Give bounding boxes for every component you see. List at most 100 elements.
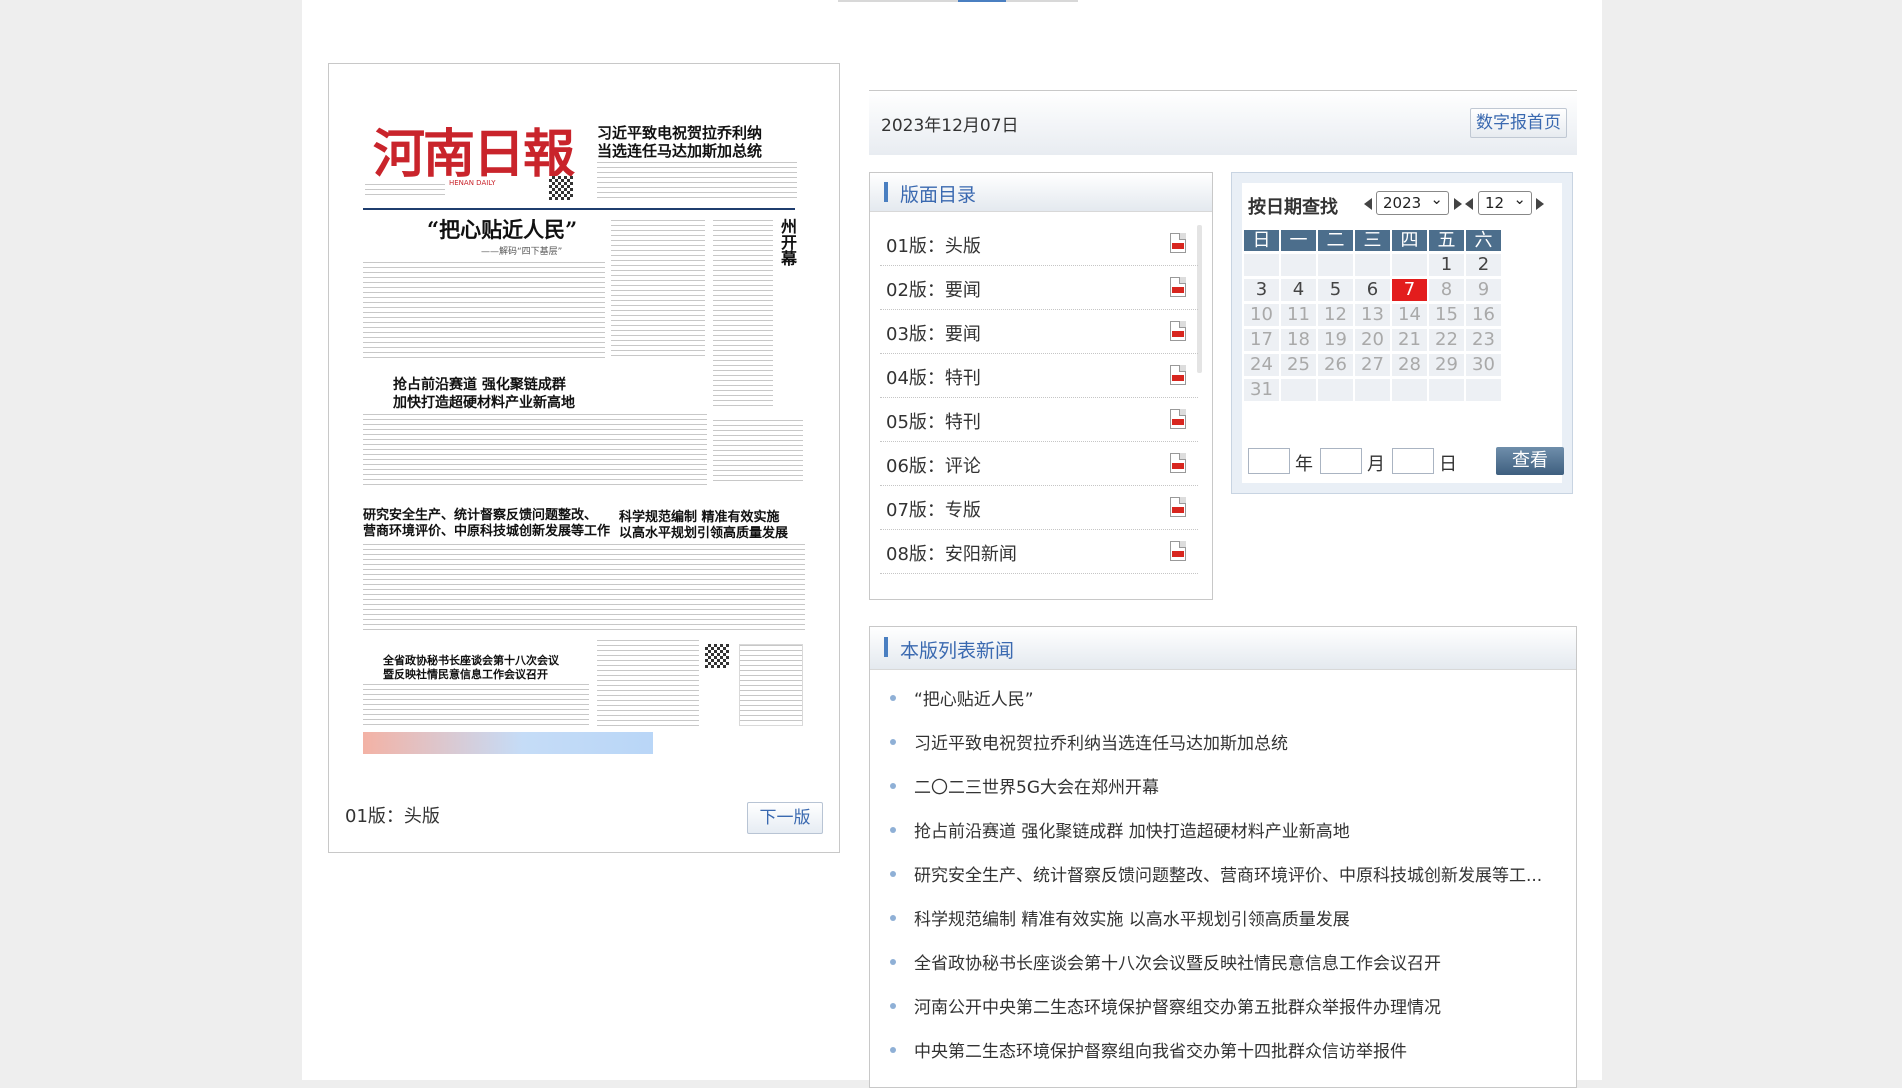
list-item[interactable]: 科学规范编制 精准有效实施 以高水平规划引领高质量发展 (890, 901, 1560, 945)
bullet-dot (890, 871, 896, 877)
calendar-empty-cell (1355, 254, 1390, 276)
calendar-day-disabled: 30 (1466, 354, 1501, 376)
list-item[interactable]: 二〇二三世界5G大会在郑州开幕 (890, 769, 1560, 813)
list-item[interactable]: 抢占前沿赛道 强化聚链成群 加快打造超硬材料产业新高地 (890, 813, 1560, 857)
np-headline-lead-sub: ——解码“四下基层” (481, 247, 563, 257)
section-item[interactable]: 07版：专版 (880, 486, 1198, 530)
calendar-day[interactable]: 1 (1429, 254, 1464, 276)
year-select[interactable]: 2023 (1376, 188, 1449, 215)
section-item[interactable]: 06版：评论 (880, 442, 1198, 486)
calendar-day-disabled: 12 (1318, 304, 1353, 326)
issue-date: 2023年12月07日 (881, 116, 1019, 136)
article-list-header: 本版列表新闻 (870, 627, 1576, 670)
article-link[interactable]: “把心贴近人民” (914, 685, 1554, 710)
section-item-label[interactable]: 03版：要闻 (886, 320, 981, 346)
section-item-label[interactable]: 04版：特刊 (886, 364, 981, 390)
list-item[interactable]: “把心贴近人民” (890, 681, 1560, 725)
np-text-block (363, 414, 707, 486)
article-link[interactable]: 科学规范编制 精准有效实施 以高水平规划引领高质量发展 (914, 905, 1554, 930)
weekday-header: 日 (1244, 230, 1279, 251)
article-link[interactable]: 研究安全生产、统计督察反馈问题整改、营商环境评价、中原科技城创新发展等工... (914, 861, 1554, 886)
section-item-label[interactable]: 06版：评论 (886, 452, 981, 478)
calendar-day-disabled: 11 (1281, 304, 1316, 326)
article-link[interactable]: 抢占前沿赛道 强化聚链成群 加快打造超硬材料产业新高地 (914, 817, 1554, 842)
section-item[interactable]: 08版：安阳新闻 (880, 530, 1198, 574)
pdf-icon[interactable] (1170, 541, 1186, 561)
section-list: 01版：头版 02版：要闻 03版：要闻 04版：特刊 05版：特刊 06版：评… (880, 222, 1198, 574)
article-link[interactable]: 习近平致电祝贺拉乔利纳当选连任马达加斯加总统 (914, 729, 1554, 754)
calendar-empty-cell (1244, 254, 1279, 276)
calendar-day[interactable]: 6 (1355, 279, 1390, 301)
section-directory-title: 版面目录 (900, 184, 977, 206)
pdf-icon[interactable] (1170, 409, 1186, 429)
article-link[interactable]: 全省政协秘书长座谈会第十八次会议暨反映社情民意信息工作会议召开 (914, 949, 1554, 974)
section-item-label[interactable]: 01版：头版 (886, 232, 981, 258)
prev-year-arrow-icon[interactable] (1364, 198, 1372, 210)
date-bar: 2023年12月07日 数字报首页 (869, 90, 1577, 155)
pdf-icon[interactable] (1170, 453, 1186, 473)
next-section-button[interactable]: 下一版 (747, 802, 823, 834)
section-item[interactable]: 02版：要闻 (880, 266, 1198, 310)
list-item[interactable]: 习近平致电祝贺拉乔利纳当选连任马达加斯加总统 (890, 725, 1560, 769)
next-month-arrow-icon[interactable] (1536, 198, 1544, 210)
section-item-label[interactable]: 05版：特刊 (886, 408, 981, 434)
newspaper-page-image[interactable]: 河南日報 HENAN DAILY 习近平致电祝贺拉乔利纳 当选连任马达加斯加总统… (363, 104, 805, 780)
pdf-icon[interactable] (1170, 233, 1186, 253)
next-year-arrow-icon[interactable] (1454, 198, 1462, 210)
newspaper-masthead-en: HENAN DAILY (449, 179, 496, 187)
np-text-block (363, 544, 805, 632)
calendar-day[interactable]: 2 (1466, 254, 1501, 276)
year-input[interactable] (1248, 448, 1290, 474)
list-item[interactable]: 全省政协秘书长座谈会第十八次会议暨反映社情民意信息工作会议召开 (890, 945, 1560, 989)
weekday-header: 四 (1392, 230, 1427, 251)
calendar-day[interactable]: 5 (1318, 279, 1353, 301)
article-list-title: 本版列表新闻 (900, 640, 1015, 662)
bullet-dot (890, 1003, 896, 1009)
year-unit-label: 年 (1295, 454, 1313, 475)
calendar-day-selected[interactable]: 7 (1392, 279, 1427, 301)
article-link[interactable]: 河南公开中央第二生态环境保护督察组交办第五批群众举报件办理情况 (914, 993, 1554, 1018)
day-input[interactable] (1392, 448, 1434, 474)
section-item-label[interactable]: 07版：专版 (886, 496, 981, 522)
np-text-block (713, 220, 773, 410)
list-item[interactable]: 中央第二生态环境保护督察组向我省交办第十四批群众信访举报件 (890, 1033, 1560, 1077)
calendar-day[interactable]: 4 (1281, 279, 1316, 301)
prev-month-arrow-icon[interactable] (1465, 198, 1473, 210)
calendar-day-disabled: 25 (1281, 354, 1316, 376)
section-item[interactable]: 05版：特刊 (880, 398, 1198, 442)
weekday-header: 六 (1466, 230, 1501, 251)
calendar-day-disabled: 21 (1392, 329, 1427, 351)
pdf-icon[interactable] (1170, 497, 1186, 517)
section-item[interactable]: 01版：头版 (880, 222, 1198, 266)
np-headline-top-2: 当选连任马达加斯加总统 (597, 142, 763, 160)
calendar-day-disabled: 29 (1429, 354, 1464, 376)
calendar-empty-cell (1355, 379, 1390, 401)
view-date-button[interactable]: 查看 (1496, 447, 1564, 475)
weekday-header: 五 (1429, 230, 1464, 251)
pdf-icon[interactable] (1170, 277, 1186, 297)
calendar-day-disabled: 17 (1244, 329, 1279, 351)
section-item-label[interactable]: 02版：要闻 (886, 276, 981, 302)
np-text-block (611, 220, 705, 360)
section-item[interactable]: 03版：要闻 (880, 310, 1198, 354)
np-text-block (597, 162, 797, 198)
article-link[interactable]: 中央第二生态环境保护督察组向我省交办第十四批群众信访举报件 (914, 1037, 1554, 1062)
bullet-dot (890, 915, 896, 921)
calendar-day-disabled: 19 (1318, 329, 1353, 351)
calendar-title: 按日期查找 (1248, 197, 1338, 218)
section-item[interactable]: 04版：特刊 (880, 354, 1198, 398)
calendar-day[interactable]: 3 (1244, 279, 1279, 301)
top-nav-line (838, 0, 1078, 2)
month-select[interactable]: 12 (1478, 188, 1532, 215)
digital-home-button[interactable]: 数字报首页 (1470, 108, 1567, 138)
np-headline-vertical: 二〇二三世界5G大会在郑州开幕 (778, 218, 805, 403)
list-item[interactable]: 河南公开中央第二生态环境保护督察组交办第五批群众举报件办理情况 (890, 989, 1560, 1033)
calendar-inner: 按日期查找 2023 12 日一二三四五六1234567891011121314… (1242, 183, 1564, 483)
section-item-label[interactable]: 08版：安阳新闻 (886, 540, 1017, 566)
pdf-icon[interactable] (1170, 365, 1186, 385)
calendar-day-disabled: 26 (1318, 354, 1353, 376)
article-link[interactable]: 二〇二三世界5G大会在郑州开幕 (914, 773, 1554, 798)
pdf-icon[interactable] (1170, 321, 1186, 341)
month-input[interactable] (1320, 448, 1362, 474)
list-item[interactable]: 研究安全生产、统计督察反馈问题整改、营商环境评价、中原科技城创新发展等工... (890, 857, 1560, 901)
